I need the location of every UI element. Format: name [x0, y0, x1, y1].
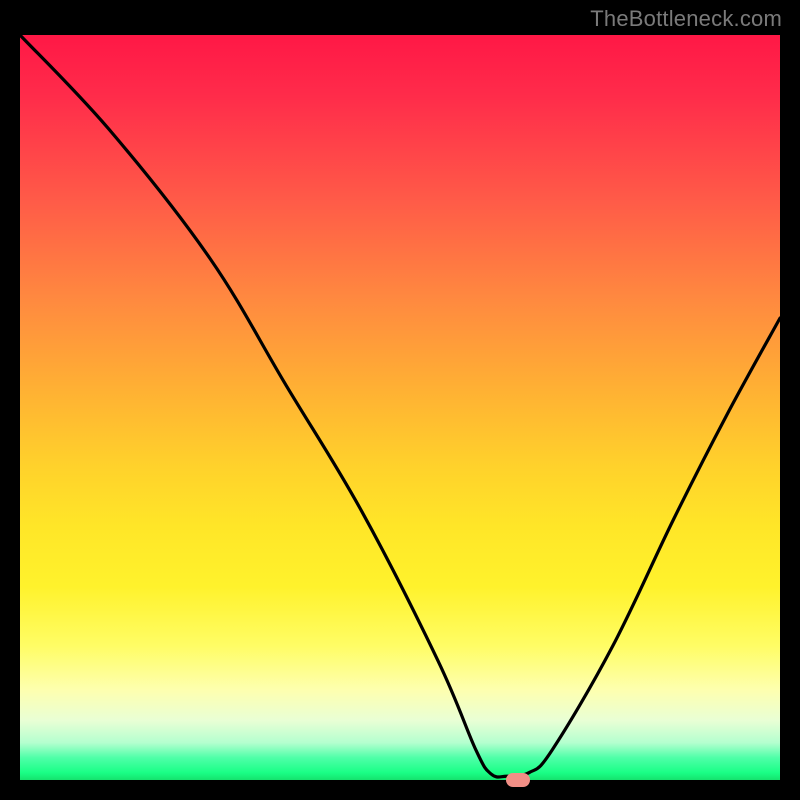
plot-area: [20, 35, 780, 780]
watermark-text: TheBottleneck.com: [590, 6, 782, 32]
chart-frame: TheBottleneck.com: [0, 0, 800, 800]
min-marker: [506, 773, 530, 787]
curve-svg: [20, 35, 780, 780]
bottleneck-curve: [20, 35, 780, 777]
